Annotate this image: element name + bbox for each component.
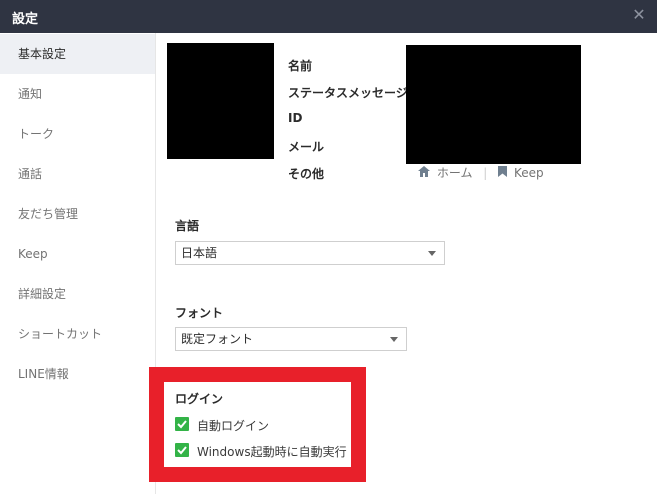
language-select-value: 日本語 xyxy=(181,246,218,260)
sidebar-item-advanced[interactable]: 詳細設定 xyxy=(0,274,155,314)
window-title: 設定 xyxy=(12,12,39,27)
bookmark-icon xyxy=(498,165,508,180)
separator: | xyxy=(483,165,488,180)
sidebar-item-keep[interactable]: Keep xyxy=(0,234,155,274)
sidebar-item-line-info[interactable]: LINE情報 xyxy=(0,354,155,394)
font-select-value: 既定フォント xyxy=(181,332,254,346)
profile-label-other: その他 xyxy=(288,167,325,181)
chevron-down-icon xyxy=(390,337,398,342)
home-link[interactable]: ホーム xyxy=(437,164,473,181)
sidebar-item-talk[interactable]: トーク xyxy=(0,114,155,154)
sidebar-item-calls[interactable]: 通話 xyxy=(0,154,155,194)
sidebar-item-basic-settings[interactable]: 基本設定 xyxy=(0,34,155,74)
home-icon xyxy=(418,165,430,180)
sidebar: 基本設定 通知 トーク 通話 友だち管理 Keep 詳細設定 ショートカット L… xyxy=(0,33,156,494)
keep-link[interactable]: Keep xyxy=(514,166,544,180)
sidebar-item-friends[interactable]: 友だち管理 xyxy=(0,194,155,234)
check-icon xyxy=(175,417,189,431)
font-label: フォント xyxy=(175,306,224,320)
login-title: ログイン xyxy=(175,392,224,406)
check-icon xyxy=(175,443,189,457)
auto-login-label: 自動ログイン xyxy=(197,419,270,433)
profile-label-status: ステータスメッセージ xyxy=(288,86,408,100)
profile-label-name: 名前 xyxy=(288,59,313,73)
autostart-label: Windows起動時に自動実行 xyxy=(197,445,347,459)
sidebar-item-notifications[interactable]: 通知 xyxy=(0,74,155,114)
font-select[interactable]: 既定フォント xyxy=(175,327,407,351)
profile-values-redacted xyxy=(406,45,581,164)
language-label: 言語 xyxy=(175,219,200,233)
profile-label-email: メール xyxy=(288,140,325,154)
language-select[interactable]: 日本語 xyxy=(175,241,445,265)
close-icon[interactable]: ✕ xyxy=(629,5,649,25)
profile-image-redacted[interactable] xyxy=(167,43,274,159)
sidebar-item-shortcuts[interactable]: ショートカット xyxy=(0,314,155,354)
chevron-down-icon xyxy=(428,251,436,256)
profile-links: ホーム | Keep xyxy=(418,164,544,181)
title-bar: 設定 ✕ xyxy=(0,0,657,33)
profile-label-id: ID xyxy=(288,111,303,125)
